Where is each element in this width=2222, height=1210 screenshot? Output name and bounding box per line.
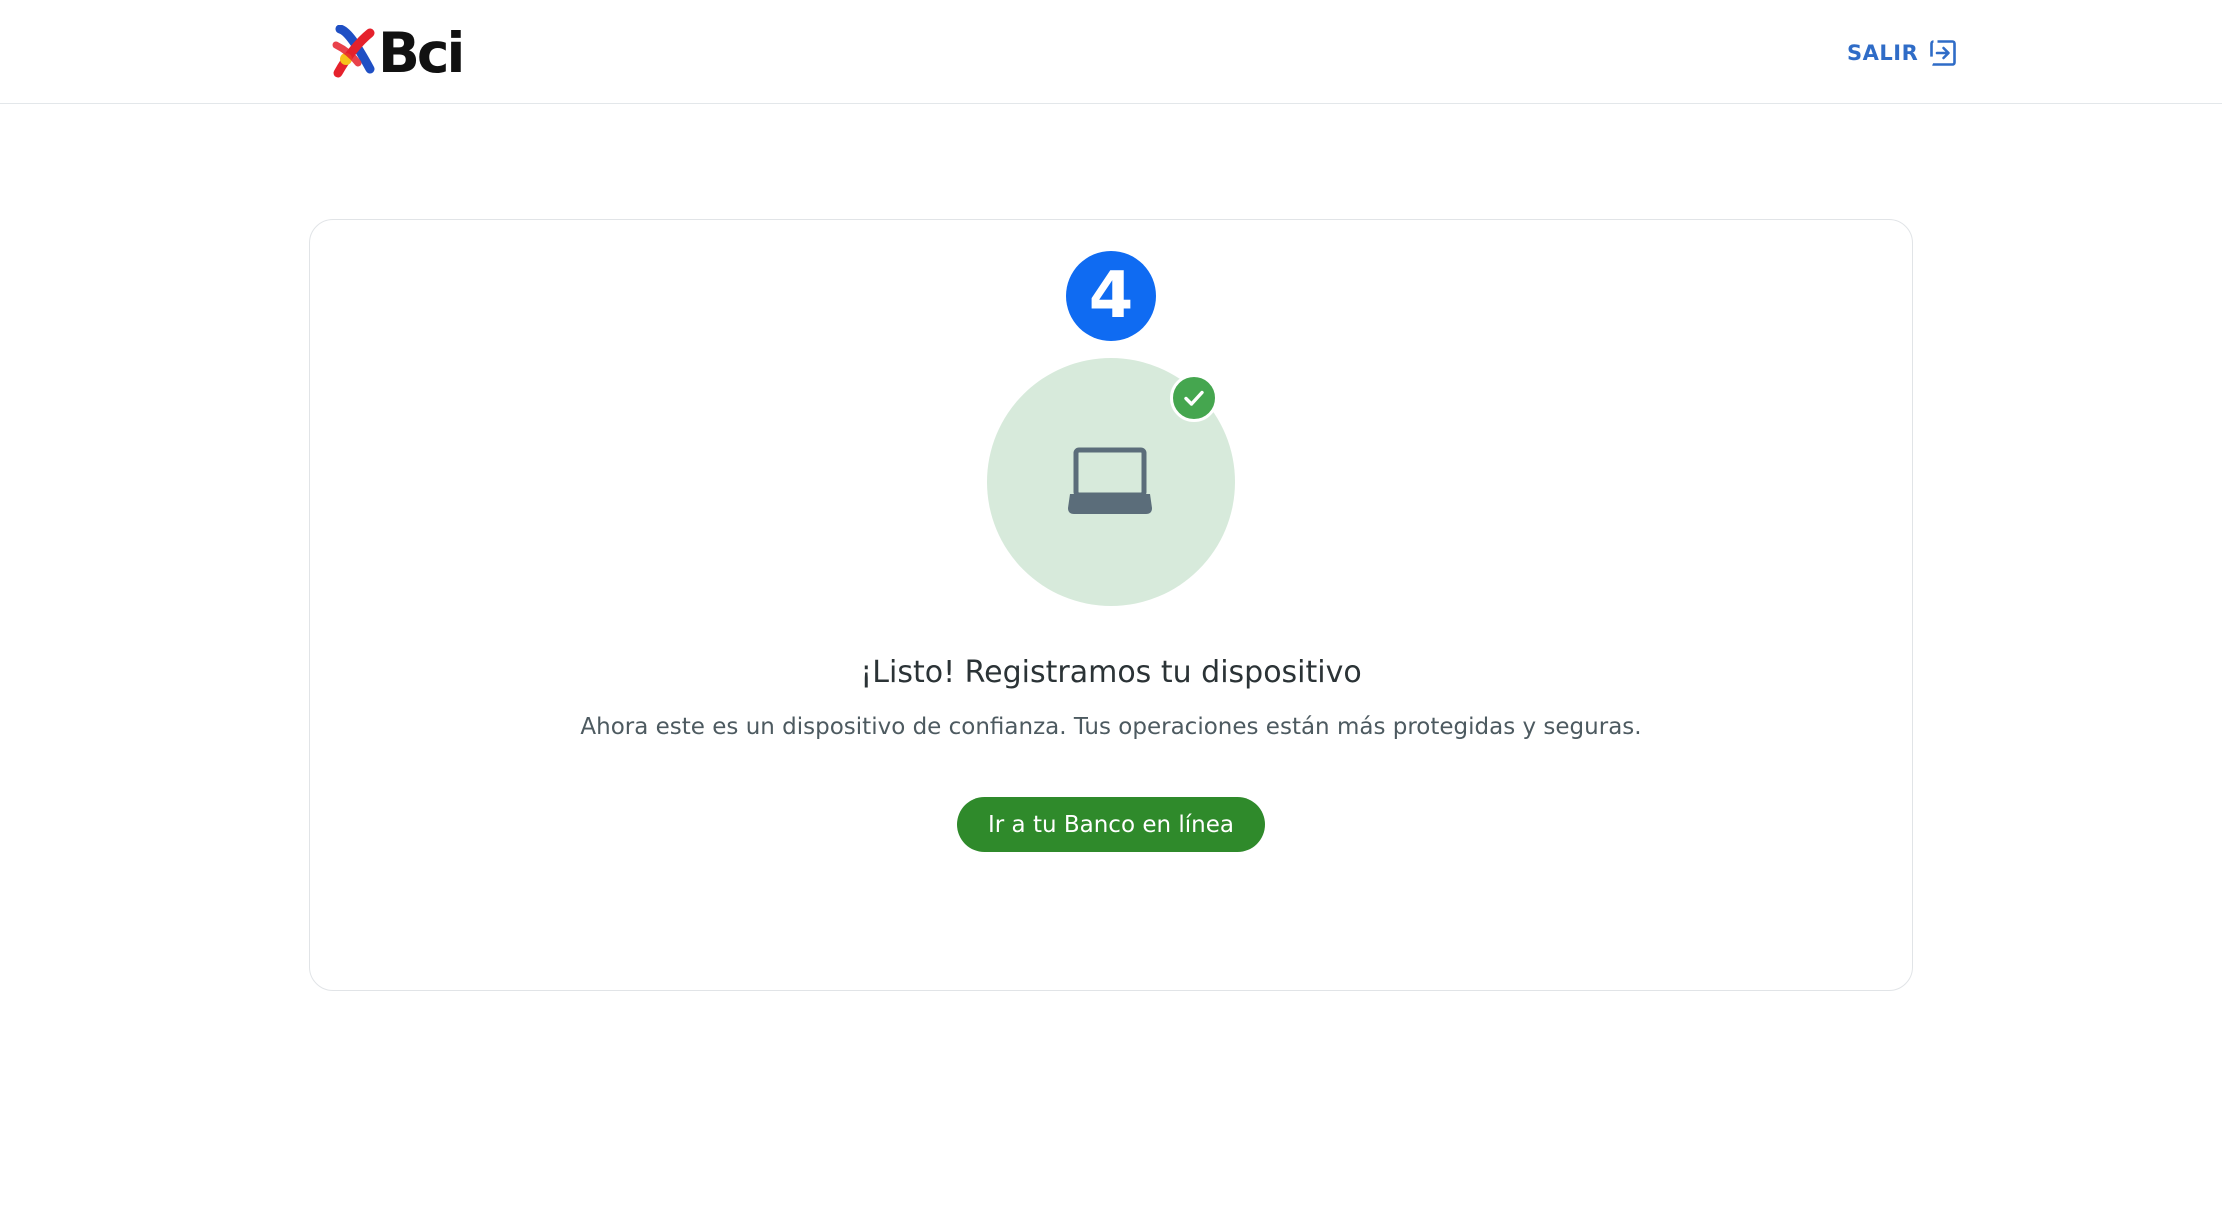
check-icon bbox=[1184, 390, 1204, 406]
success-check-badge bbox=[1170, 374, 1218, 422]
confirmation-title: ¡Listo! Registramos tu dispositivo bbox=[860, 655, 1362, 690]
step-number-badge: 4 bbox=[1066, 251, 1156, 341]
bci-logo[interactable]: Bci bbox=[330, 20, 465, 85]
top-header: Bci SALIR bbox=[0, 0, 2222, 104]
confirmation-subtitle: Ahora este es un dispositivo de confianz… bbox=[580, 714, 1642, 740]
logout-button[interactable]: SALIR bbox=[1847, 37, 1957, 69]
go-to-online-banking-button[interactable]: Ir a tu Banco en línea bbox=[957, 797, 1265, 852]
laptop-icon bbox=[1068, 447, 1152, 514]
logout-icon bbox=[1930, 40, 1957, 66]
logo-text: Bci bbox=[378, 20, 465, 85]
logout-label: SALIR bbox=[1847, 41, 1919, 65]
bci-logo-mark-icon bbox=[332, 25, 375, 78]
